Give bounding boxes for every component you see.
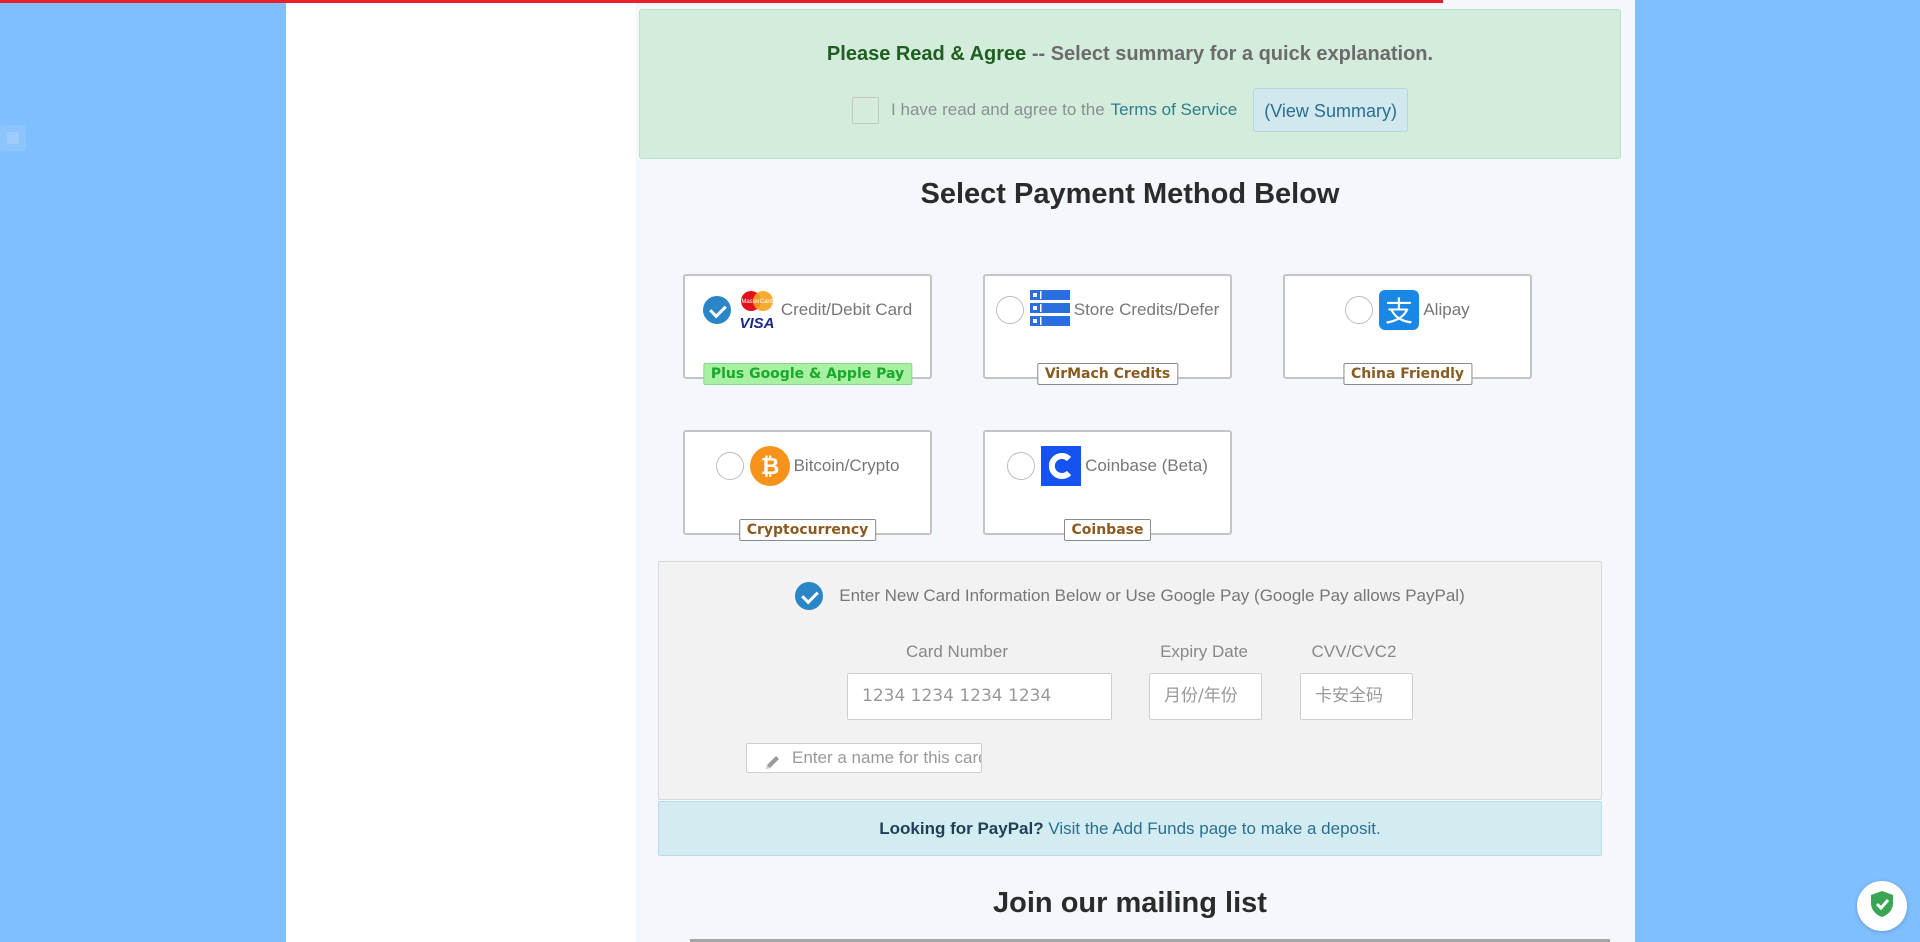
agree-title-strong: Please Read & Agree xyxy=(826,43,1027,65)
paypal-info-text: Visit the xyxy=(1043,819,1113,838)
coinbase-badge: Coinbase xyxy=(1063,519,1152,541)
terms-agreement-title: Please Read & Agree -- Select summary fo… xyxy=(640,43,1620,66)
mailing-list-heading: Join our mailing list xyxy=(993,887,1267,919)
paypal-info-strong: Looking for PayPal? xyxy=(879,819,1044,838)
card-details-panel: Enter New Card Information Below or Use … xyxy=(658,561,1602,800)
agree-checkbox[interactable] xyxy=(852,96,880,124)
cvv-label: CVV/CVC2 xyxy=(1311,642,1397,661)
svg-text:支: 支 xyxy=(1385,295,1413,328)
alipay-radio[interactable] xyxy=(1345,296,1374,324)
card-number-input[interactable]: 1234 1234 1234 1234 xyxy=(847,673,1112,720)
coinbase-radio[interactable] xyxy=(1007,452,1036,480)
payment-method-bitcoin[interactable]: ₿ Bitcoin/Crypto Cryptocurrency xyxy=(683,430,932,541)
bitcoin-icon: ₿ xyxy=(749,446,790,486)
terms-agreement-panel: Please Read & Agree -- Select summary fo… xyxy=(639,9,1621,159)
agree-title-rest: -- Select summary for a quick explanatio… xyxy=(1026,43,1434,65)
credit-card-label: Credit/Debit Card xyxy=(780,300,913,319)
payment-method-store-credits[interactable]: Store Credits/Defer VirMach Credits xyxy=(983,274,1232,385)
alipay-label: Alipay xyxy=(1423,300,1470,319)
expiry-date-label: Expiry Date xyxy=(1160,642,1248,661)
store-credits-label: Store Credits/Defer xyxy=(1073,300,1220,319)
coinbase-label: Coinbase (Beta) xyxy=(1085,456,1208,475)
card-name-placeholder: Enter a name for this card xyxy=(792,748,982,767)
cvv-input[interactable]: 卡安全码 xyxy=(1300,673,1413,720)
agree-row: I have read and agree to the Terms of Se… xyxy=(640,88,1620,132)
svg-text:VISA: VISA xyxy=(739,315,774,332)
svg-text:MasterCard: MasterCard xyxy=(741,299,772,305)
mastercard-visa-icon: MasterCard VISA xyxy=(737,290,777,332)
coinbase-icon xyxy=(1041,446,1082,486)
new-card-option[interactable]: Enter New Card Information Below or Use … xyxy=(659,582,1601,610)
add-funds-link[interactable]: Add Funds xyxy=(1112,819,1194,838)
card-name-input[interactable]: Enter a name for this card xyxy=(746,743,982,773)
paypal-info-bar: Looking for PayPal? Visit the Add Funds … xyxy=(658,801,1602,856)
expiry-date-input[interactable]: 月份/年份 xyxy=(1149,673,1262,720)
payment-method-heading: Select Payment Method Below xyxy=(920,178,1340,210)
new-card-option-label: Enter New Card Information Below or Use … xyxy=(839,586,1465,605)
paypal-info-text-end: page to make a deposit. xyxy=(1194,819,1381,838)
credit-card-radio[interactable] xyxy=(702,296,731,324)
server-stack-icon xyxy=(1029,290,1070,330)
security-shield-button[interactable] xyxy=(1857,881,1907,931)
page-load-progress-bar xyxy=(0,0,1443,3)
alipay-icon: 支 xyxy=(1379,290,1420,330)
store-credits-radio[interactable] xyxy=(995,296,1024,324)
payment-method-coinbase[interactable]: Coinbase (Beta) Coinbase xyxy=(983,430,1232,541)
store-credits-badge: VirMach Credits xyxy=(1036,363,1179,385)
shield-check-icon xyxy=(1869,890,1895,923)
new-card-radio[interactable] xyxy=(795,582,824,610)
left-column xyxy=(286,0,636,942)
alipay-badge: China Friendly xyxy=(1342,363,1473,385)
mailing-list-text-cut xyxy=(690,934,1610,942)
agree-checkbox-label: I have read and agree to the xyxy=(891,100,1105,119)
view-summary-button[interactable]: (View Summary) xyxy=(1253,88,1408,132)
credit-card-badge: Plus Google & Apple Pay xyxy=(702,363,913,385)
bitcoin-label: Bitcoin/Crypto xyxy=(793,456,900,475)
side-handle[interactable] xyxy=(0,125,26,151)
payment-method-credit-card[interactable]: MasterCard VISA Credit/Debit Card Plus G… xyxy=(683,274,932,385)
terms-of-service-link[interactable]: Terms of Service xyxy=(1111,100,1238,120)
svg-text:₿: ₿ xyxy=(760,454,779,480)
pencil-icon xyxy=(764,752,782,770)
bitcoin-badge: Cryptocurrency xyxy=(738,519,877,541)
bitcoin-radio[interactable] xyxy=(715,452,744,480)
payment-method-alipay[interactable]: 支 Alipay China Friendly xyxy=(1283,274,1532,385)
card-number-label: Card Number xyxy=(905,642,1009,661)
